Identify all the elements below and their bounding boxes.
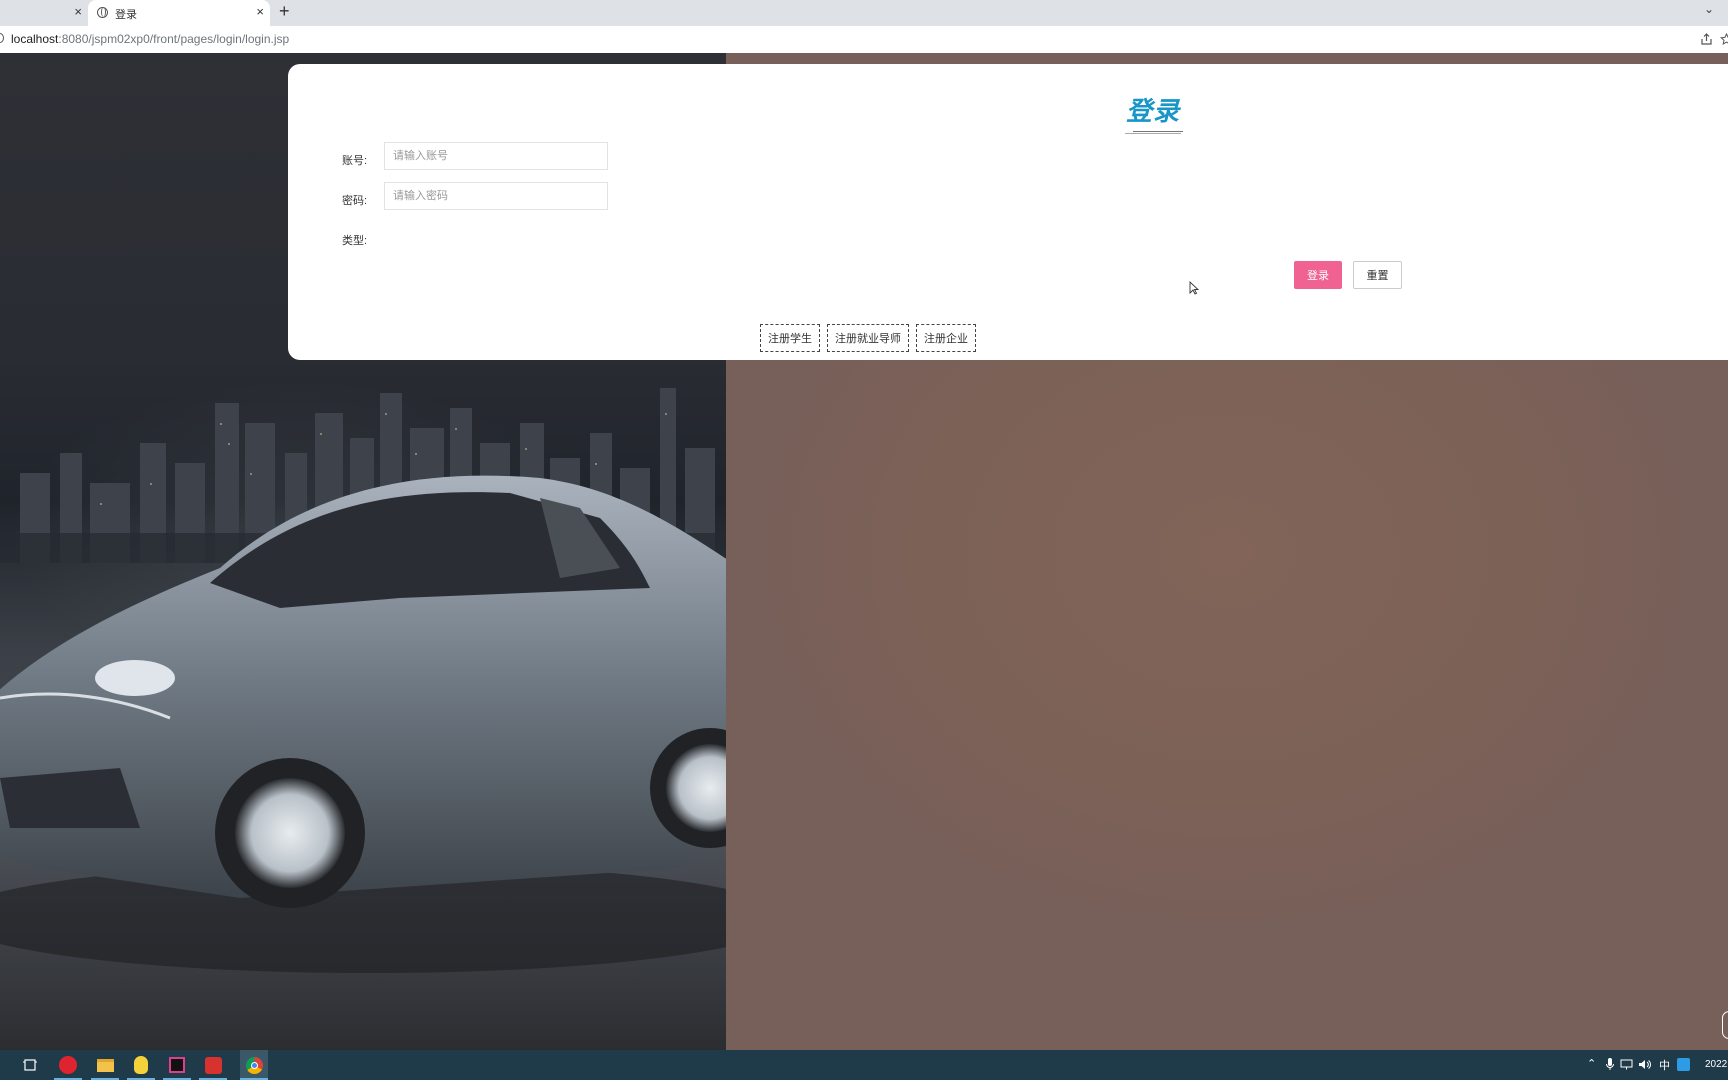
page-content: 登录 账号: 密码: 类型: 登录 重置 注册学生 注册就业导师 注册企业 xyxy=(0,53,1728,1050)
qq-tray-icon[interactable] xyxy=(1677,1058,1690,1071)
password-input[interactable] xyxy=(384,182,608,210)
reset-button[interactable]: 重置 xyxy=(1353,261,1402,289)
login-button[interactable]: 登录 xyxy=(1294,261,1342,289)
title-underline xyxy=(1133,131,1183,132)
register-student-button[interactable]: 注册学生 xyxy=(760,324,820,352)
close-icon[interactable]: × xyxy=(256,4,264,19)
task-view-icon[interactable] xyxy=(19,1054,41,1076)
ime-indicator[interactable]: 中 xyxy=(1659,1057,1670,1073)
url-host: localhost xyxy=(11,32,59,46)
clock[interactable]: 2022 xyxy=(1705,1059,1727,1070)
url-text[interactable]: localhost:8080/jspm02xp0/front/pages/log… xyxy=(11,32,289,46)
login-card: 登录 账号: 密码: 类型: 登录 重置 注册学生 注册就业导师 注册企业 xyxy=(288,64,1728,360)
globe-icon xyxy=(97,7,108,18)
register-company-button[interactable]: 注册企业 xyxy=(916,324,976,352)
file-explorer-icon[interactable] xyxy=(91,1054,119,1080)
address-bar[interactable]: localhost:8080/jspm02xp0/front/pages/log… xyxy=(0,26,1728,54)
close-icon[interactable]: × xyxy=(74,4,82,19)
floating-widget-edge[interactable] xyxy=(1722,1011,1728,1039)
title-underline-secondary xyxy=(1125,133,1181,134)
tray-overflow-chevron-icon[interactable]: ⌃ xyxy=(1587,1057,1596,1070)
microphone-icon[interactable] xyxy=(1606,1058,1614,1071)
car-image xyxy=(0,475,740,973)
chrome-icon[interactable] xyxy=(240,1050,268,1080)
browser-tab-strip: × 登录 × + ⌄ xyxy=(0,0,1728,26)
tab-list-chevron-icon[interactable]: ⌄ xyxy=(1704,2,1714,16)
wps-office-icon[interactable] xyxy=(199,1054,227,1080)
network-icon[interactable] xyxy=(1620,1059,1633,1070)
register-mentor-button[interactable]: 注册就业导师 xyxy=(827,324,909,352)
new-tab-button[interactable]: + xyxy=(279,1,290,22)
qq-icon[interactable] xyxy=(127,1054,155,1080)
windows-taskbar: ⌃ 中 2022 xyxy=(0,1050,1728,1080)
site-info-icon[interactable] xyxy=(0,33,4,43)
intellij-idea-icon[interactable] xyxy=(163,1054,191,1080)
mouse-cursor-icon xyxy=(1189,281,1199,295)
login-title: 登录 xyxy=(1126,96,1181,126)
netease-music-icon[interactable] xyxy=(54,1054,82,1080)
password-label: 密码: xyxy=(342,195,368,207)
bookmark-star-icon[interactable] xyxy=(1720,33,1728,46)
type-label: 类型: xyxy=(342,235,368,247)
volume-icon[interactable] xyxy=(1638,1059,1651,1070)
tab-title: 登录 xyxy=(115,9,137,21)
account-input[interactable] xyxy=(384,142,608,170)
account-label: 账号: xyxy=(342,155,368,167)
tab-login[interactable]: 登录 × xyxy=(88,0,270,26)
url-path: :8080/jspm02xp0/front/pages/login/login.… xyxy=(58,32,290,46)
tab-inactive[interactable]: × xyxy=(0,0,88,26)
share-icon[interactable] xyxy=(1700,33,1713,46)
